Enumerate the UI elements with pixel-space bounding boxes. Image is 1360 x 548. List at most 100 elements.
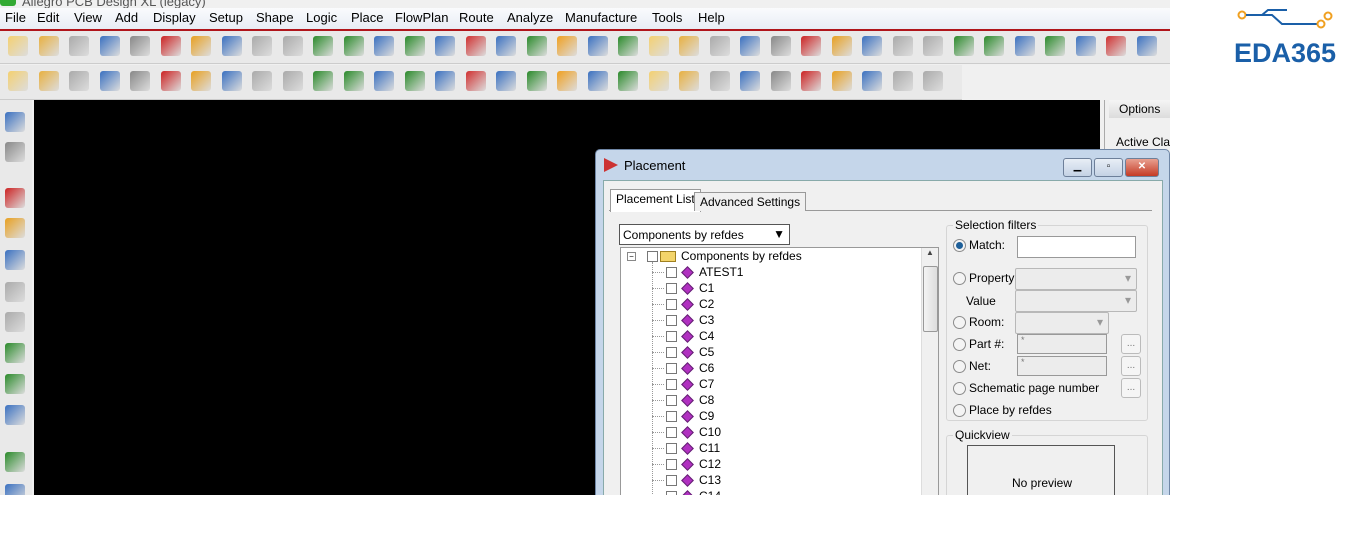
secondary-tool-icon-15[interactable] [466,71,486,91]
vertical-tool-icon-1[interactable] [5,142,25,162]
main-tool-icon-7[interactable] [222,36,242,56]
secondary-tool-icon-29[interactable] [893,71,913,91]
scroll-up-icon[interactable]: ▲ [923,248,937,262]
main-tool-icon-8[interactable] [252,36,272,56]
main-tool-icon-24[interactable] [740,36,760,56]
main-tool-icon-26[interactable] [801,36,821,56]
main-tool-icon-21[interactable] [649,36,669,56]
collapse-icon[interactable]: − [627,252,636,261]
room-select[interactable] [1015,312,1109,334]
component-checkbox[interactable] [666,379,677,390]
menu-setup[interactable]: Setup [209,10,243,25]
value-select[interactable] [1015,290,1137,312]
component-checkbox[interactable] [666,491,677,495]
main-tool-icon-11[interactable] [344,36,364,56]
match-radio[interactable] [953,239,966,252]
component-checkbox[interactable] [666,299,677,310]
main-tool-icon-18[interactable] [557,36,577,56]
menu-display[interactable]: Display [153,10,196,25]
secondary-tool-icon-27[interactable] [832,71,852,91]
vertical-tool-icon-7[interactable] [5,343,25,363]
part-input[interactable]: * [1017,334,1107,354]
tree-scrollbar[interactable]: ▲ [921,248,938,495]
secondary-tool-icon-30[interactable] [923,71,943,91]
secondary-tool-icon-26[interactable] [801,71,821,91]
menu-route[interactable]: Route [459,10,494,25]
main-tool-icon-34[interactable] [1045,36,1065,56]
main-tool-icon-32[interactable] [984,36,1004,56]
maximize-button[interactable]: ▫ [1094,158,1123,177]
menu-edit[interactable]: Edit [37,10,59,25]
main-tool-icon-29[interactable] [893,36,913,56]
secondary-tool-icon-19[interactable] [588,71,608,91]
part-browse-button[interactable]: ... [1121,334,1141,354]
secondary-tool-icon-8[interactable] [252,71,272,91]
main-tool-icon-27[interactable] [832,36,852,56]
main-tool-icon-1[interactable] [39,36,59,56]
secondary-tool-icon-28[interactable] [862,71,882,91]
scroll-thumb[interactable] [923,266,938,332]
menu-add[interactable]: Add [115,10,138,25]
main-tool-icon-16[interactable] [496,36,516,56]
secondary-tool-icon-24[interactable] [740,71,760,91]
main-tool-icon-19[interactable] [588,36,608,56]
menu-place[interactable]: Place [351,10,384,25]
main-tool-icon-4[interactable] [130,36,150,56]
net-input[interactable]: * [1017,356,1107,376]
secondary-tool-icon-3[interactable] [100,71,120,91]
component-checkbox[interactable] [666,363,677,374]
match-input[interactable] [1017,236,1136,258]
component-checkbox[interactable] [666,411,677,422]
room-radio[interactable] [953,316,966,329]
main-tool-icon-14[interactable] [435,36,455,56]
main-tool-icon-12[interactable] [374,36,394,56]
component-checkbox[interactable] [666,347,677,358]
secondary-tool-icon-0[interactable] [8,71,28,91]
component-tree[interactable]: − Components by refdes ▲ ATEST1 C1 C2 C3 C4 C… [620,247,939,495]
menu-help[interactable]: Help [698,10,725,25]
secondary-tool-icon-18[interactable] [557,71,577,91]
main-tool-icon-15[interactable] [466,36,486,56]
component-checkbox[interactable] [666,315,677,326]
main-tool-icon-25[interactable] [771,36,791,56]
minimize-button[interactable]: ▁ [1063,158,1092,177]
vertical-tool-icon-9[interactable] [5,405,25,425]
menu-shape[interactable]: Shape [256,10,294,25]
vertical-tool-icon-4[interactable] [5,250,25,270]
menu-flowplan[interactable]: FlowPlan [395,10,448,25]
component-checkbox[interactable] [666,475,677,486]
menu-manufacture[interactable]: Manufacture [565,10,637,25]
main-tool-icon-30[interactable] [923,36,943,56]
main-tool-icon-17[interactable] [527,36,547,56]
schematic-radio[interactable] [953,382,966,395]
menu-logic[interactable]: Logic [306,10,337,25]
secondary-tool-icon-2[interactable] [69,71,89,91]
secondary-tool-icon-10[interactable] [313,71,333,91]
secondary-tool-icon-25[interactable] [771,71,791,91]
schematic-browse-button[interactable]: ... [1121,378,1141,398]
main-tool-icon-9[interactable] [283,36,303,56]
vertical-tool-icon-11[interactable] [5,484,25,495]
close-button[interactable]: ✕ [1125,158,1159,177]
menu-file[interactable]: File [5,10,26,25]
secondary-tool-icon-16[interactable] [496,71,516,91]
root-checkbox[interactable] [647,251,658,262]
secondary-tool-icon-1[interactable] [39,71,59,91]
main-tool-icon-10[interactable] [313,36,333,56]
main-tool-icon-3[interactable] [100,36,120,56]
component-checkbox[interactable] [666,427,677,438]
place-by-refdes-radio[interactable] [953,404,966,417]
secondary-tool-icon-6[interactable] [191,71,211,91]
secondary-tool-icon-12[interactable] [374,71,394,91]
main-tool-icon-5[interactable] [161,36,181,56]
main-tool-icon-23[interactable] [710,36,730,56]
secondary-tool-icon-17[interactable] [527,71,547,91]
secondary-tool-icon-22[interactable] [679,71,699,91]
menu-view[interactable]: View [74,10,102,25]
property-radio[interactable] [953,272,966,285]
net-browse-button[interactable]: ... [1121,356,1141,376]
secondary-tool-icon-4[interactable] [130,71,150,91]
options-header[interactable]: Options [1109,100,1170,118]
component-checkbox[interactable] [666,459,677,470]
component-checkbox[interactable] [666,443,677,454]
